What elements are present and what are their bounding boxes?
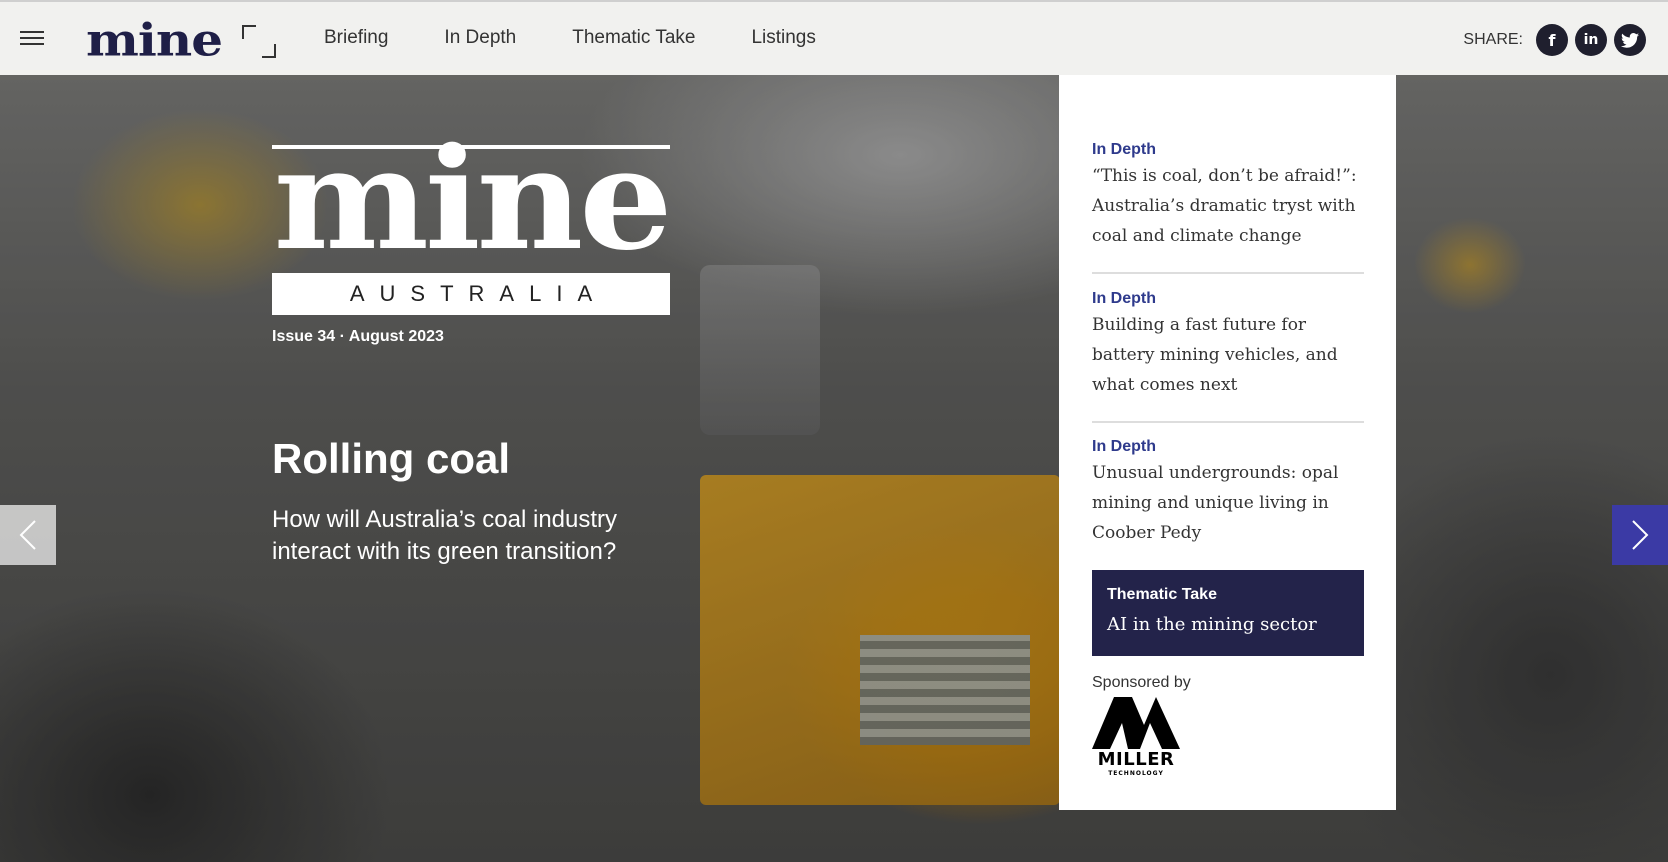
linkedin-icon[interactable]: in <box>1575 24 1607 56</box>
hero-banner[interactable]: mine AUSTRALIA Issue 34 · August 2023 Ro… <box>0 75 1668 862</box>
nav-in-depth[interactable]: In Depth <box>444 27 516 49</box>
issue-label: Issue 34 · August 2023 <box>272 328 444 345</box>
featured-articles-panel: In Depth “This is coal, don’t be afraid!… <box>1059 75 1396 810</box>
article-category[interactable]: In Depth <box>1092 141 1364 159</box>
divider <box>1092 421 1364 423</box>
previous-slide-button[interactable] <box>0 505 56 565</box>
share-label: SHARE: <box>1463 31 1523 48</box>
article-headline[interactable]: Unusual undergrounds: opal mining and un… <box>1092 458 1364 548</box>
hero-subtitle[interactable]: How will Australia’s coal industry inter… <box>272 504 692 568</box>
thematic-category[interactable]: Thematic Take <box>1107 586 1349 604</box>
twitter-icon[interactable] <box>1614 24 1646 56</box>
divider <box>1092 272 1364 274</box>
hero-overlay <box>0 75 1668 862</box>
top-navigation-bar: mine Briefing In Depth Thematic Take Lis… <box>0 0 1668 75</box>
sponsor-name: MILLER <box>1097 749 1175 770</box>
fullscreen-icon[interactable] <box>242 25 276 58</box>
mine-australia-logo: mine AUSTRALIA <box>272 130 673 315</box>
article-item[interactable]: In Depth Unusual undergrounds: opal mini… <box>1092 438 1364 548</box>
site-logo[interactable]: mine <box>86 13 223 66</box>
article-category[interactable]: In Depth <box>1092 290 1364 308</box>
article-headline[interactable]: “This is coal, don’t be afraid!”: Austra… <box>1092 161 1364 251</box>
article-category[interactable]: In Depth <box>1092 438 1364 456</box>
thematic-headline[interactable]: AI in the mining sector <box>1107 614 1349 635</box>
nav-thematic-take[interactable]: Thematic Take <box>572 27 695 49</box>
article-item[interactable]: In Depth “This is coal, don’t be afraid!… <box>1092 141 1364 251</box>
logo-band-text: AUSTRALIA <box>349 281 608 306</box>
nav-listings[interactable]: Listings <box>751 27 815 49</box>
sponsor-subtitle: TECHNOLOGY <box>1108 770 1164 777</box>
hero-title[interactable]: Rolling coal <box>272 435 510 483</box>
hamburger-menu-icon[interactable] <box>20 31 44 49</box>
chevron-left-icon <box>19 520 36 550</box>
sponsor-label: Sponsored by <box>1092 674 1191 691</box>
thematic-take-card[interactable]: Thematic Take AI in the mining sector <box>1092 570 1364 656</box>
article-headline[interactable]: Building a fast future for battery minin… <box>1092 310 1364 400</box>
share-bar: SHARE: f in <box>1463 24 1646 56</box>
nav-briefing[interactable]: Briefing <box>324 27 388 49</box>
sponsor-logo[interactable]: MILLER TECHNOLOGY <box>1092 697 1180 779</box>
next-slide-button[interactable] <box>1612 505 1668 565</box>
main-nav: Briefing In Depth Thematic Take Listings <box>324 27 872 49</box>
miller-mountain-icon <box>1092 697 1180 749</box>
facebook-icon[interactable]: f <box>1536 24 1568 56</box>
chevron-right-icon <box>1632 520 1649 550</box>
article-item[interactable]: In Depth Building a fast future for batt… <box>1092 290 1364 400</box>
logo-word: mine <box>273 118 673 282</box>
